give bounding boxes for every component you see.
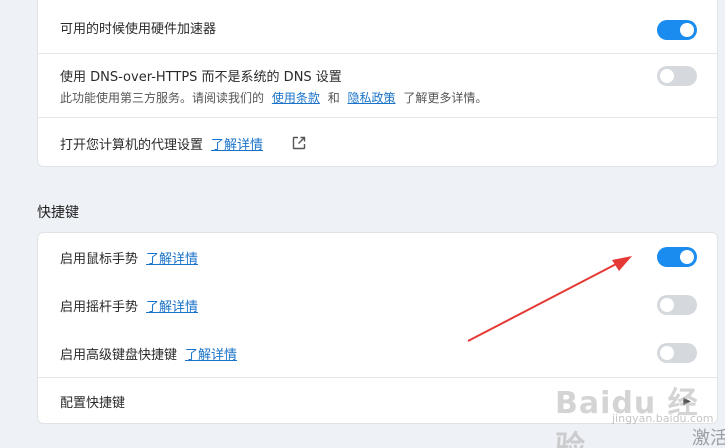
shortcuts-section-title: 快捷键 <box>37 205 79 221</box>
proxy-row: 打开您计算机的代理设置 了解详情 <box>38 118 717 166</box>
terms-link[interactable]: 使用条款 <box>272 91 320 105</box>
rocker-gestures-learn-more-link[interactable]: 了解详情 <box>146 296 198 315</box>
proxy-label: 打开您计算机的代理设置 <box>60 137 204 153</box>
toggle-knob <box>660 69 674 83</box>
advanced-keyboard-learn-more-link[interactable]: 了解详情 <box>185 344 237 363</box>
toggle-knob <box>680 250 694 264</box>
configure-shortcuts-label: 配置快捷键 <box>60 396 126 411</box>
toggle-knob <box>660 346 674 360</box>
dns-label: 使用 DNS-over-HTTPS 而不是系统的 DNS 设置 <box>60 69 342 85</box>
advanced-keyboard-row: 启用高级键盘快捷键 了解详情 <box>38 329 717 378</box>
proxy-learn-more-link[interactable]: 了解详情 <box>211 134 263 153</box>
advanced-keyboard-label: 启用高级键盘快捷键 <box>60 347 178 363</box>
rocker-gestures-row: 启用摇杆手势 了解详情 <box>38 281 717 329</box>
dns-row: 使用 DNS-over-HTTPS 而不是系统的 DNS 设置 此功能使用第三方… <box>38 54 717 118</box>
mouse-gestures-learn-more-link[interactable]: 了解详情 <box>146 248 198 267</box>
rocker-gestures-toggle[interactable] <box>657 295 697 315</box>
external-link-icon[interactable] <box>291 135 307 151</box>
hw-accel-label: 可用的时候使用硬件加速器 <box>60 21 217 37</box>
corner-text: 激活 <box>692 428 725 448</box>
toggle-knob <box>680 23 694 37</box>
dns-desc-prefix: 此功能使用第三方服务。请阅读我们的 <box>60 90 265 105</box>
hw-accel-row[interactable]: 可用的时候使用硬件加速器 <box>38 0 717 54</box>
dns-desc-suffix: 了解更多详情。 <box>403 90 488 105</box>
mouse-gestures-toggle[interactable] <box>657 247 697 267</box>
dns-toggle[interactable] <box>657 66 697 86</box>
hw-accel-toggle[interactable] <box>657 20 697 40</box>
browser-settings-card: 可用的时候使用硬件加速器 使用 DNS-over-HTTPS 而不是系统的 DN… <box>37 0 718 167</box>
mouse-gestures-row: 启用鼠标手势 了解详情 <box>38 233 717 281</box>
toggle-knob <box>660 298 674 312</box>
privacy-link[interactable]: 隐私政策 <box>348 91 396 105</box>
rocker-gestures-label: 启用摇杆手势 <box>60 299 139 315</box>
dns-desc-and: 和 <box>327 90 340 105</box>
advanced-keyboard-toggle[interactable] <box>657 343 697 363</box>
dns-description: 此功能使用第三方服务。请阅读我们的 使用条款 和 隐私政策 了解更多详情。 <box>60 89 487 106</box>
mouse-gestures-label: 启用鼠标手势 <box>60 251 139 267</box>
